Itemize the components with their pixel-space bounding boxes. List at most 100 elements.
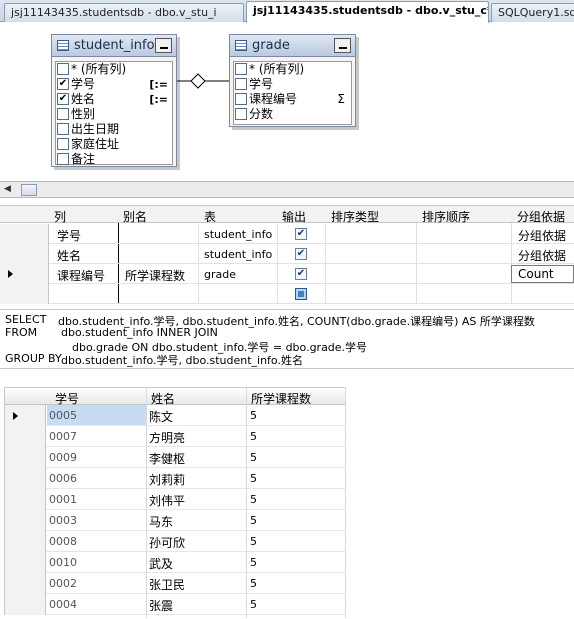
cell-name[interactable]: 陈文 (149, 408, 173, 425)
results-pane[interactable]: 学号 姓名 所学课程数 0005 陈文 5 0007 方明亮 5 0009 李健… (0, 368, 574, 619)
row-selector[interactable] (0, 264, 49, 284)
cell-student-id[interactable]: 0005 (49, 409, 77, 422)
tab-v-stu-i[interactable]: jsj11143435.studentsdb - dbo.v_stu_i (4, 3, 244, 22)
row-selector[interactable] (4, 573, 46, 594)
checkbox[interactable] (57, 138, 69, 150)
cell-group-by[interactable]: 分组依据 (518, 227, 566, 244)
cell-course-count[interactable]: 5 (250, 409, 257, 422)
cell-column[interactable]: 学号 (57, 227, 81, 244)
row-selector[interactable] (4, 489, 46, 510)
criteria-row[interactable]: 学号 student_info ✔ 分组依据 (0, 224, 574, 244)
table-row[interactable]: 0003 马东 5 (4, 510, 346, 531)
cell-group-by[interactable]: 分组依据 (518, 247, 566, 264)
cell-student-id[interactable]: 0003 (49, 514, 77, 527)
row-selector[interactable] (4, 426, 46, 447)
checkbox[interactable] (235, 63, 247, 75)
cell-student-id[interactable]: 0010 (49, 556, 77, 569)
cell-course-count[interactable]: 5 (250, 493, 257, 506)
table-row[interactable]: 0001 刘伟平 5 (4, 489, 346, 510)
table-row[interactable]: 0002 张卫民 5 (4, 573, 346, 594)
table-student-info[interactable]: student_info * (所有列) ✔ 学号 [:= ✔ 姓名 [:= 性别 出生… (51, 34, 177, 167)
row-selector[interactable] (0, 284, 49, 304)
row-selector[interactable] (4, 510, 46, 531)
scrollbar-thumb[interactable] (21, 184, 37, 196)
output-checkbox-checked[interactable]: ✔ (295, 268, 307, 280)
cell-course-count[interactable]: 5 (250, 514, 257, 527)
cell-name[interactable]: 张震 (149, 597, 173, 614)
cell-alias[interactable]: 所学课程数 (125, 267, 185, 284)
cell-student-id[interactable]: 0009 (49, 451, 77, 464)
cell-name[interactable]: 刘莉莉 (149, 471, 185, 488)
checkbox[interactable] (57, 63, 69, 75)
diagram-pane[interactable]: student_info * (所有列) ✔ 学号 [:= ✔ 姓名 [:= 性别 出生… (0, 23, 574, 181)
tab-v-stu-c[interactable]: jsj11143435.studentsdb - dbo.v_stu_c* × (246, 1, 489, 23)
minimize-button[interactable] (334, 38, 351, 53)
diagram-horizontal-scrollbar[interactable]: ◀ (0, 181, 574, 198)
cell-student-id[interactable]: 0008 (49, 535, 77, 548)
table-row[interactable]: 0008 孙可欣 5 (4, 531, 346, 552)
results-grid[interactable]: 学号 姓名 所学课程数 0005 陈文 5 0007 方明亮 5 0009 李健… (4, 387, 346, 618)
row-selector[interactable] (0, 244, 49, 264)
cell-course-count[interactable]: 5 (250, 556, 257, 569)
cell-table[interactable]: student_info (204, 248, 272, 261)
cell-course-count[interactable]: 5 (250, 430, 257, 443)
table-row[interactable]: 0005 陈文 5 (4, 405, 346, 426)
table-row[interactable]: 0010 武及 5 (4, 552, 346, 573)
table-row[interactable]: 0006 刘莉莉 5 (4, 468, 346, 489)
column-row[interactable]: 备注 (56, 152, 172, 167)
column-row[interactable]: 出生日期 (56, 122, 172, 137)
row-selector[interactable] (4, 552, 46, 573)
cell-name[interactable]: 孙可欣 (149, 534, 185, 551)
column-row[interactable]: ✔ 姓名 [:= (56, 92, 172, 107)
cell-table[interactable]: student_info (204, 228, 272, 241)
cell-course-count[interactable]: 5 (250, 472, 257, 485)
criteria-row[interactable]: 姓名 student_info ✔ 分组依据 (0, 244, 574, 264)
table-title-bar[interactable]: student_info (52, 35, 176, 57)
column-row[interactable]: ✔ 学号 [:= (56, 77, 172, 92)
cell-student-id[interactable]: 0007 (49, 430, 77, 443)
cell-name[interactable]: 方明亮 (149, 429, 185, 446)
column-row[interactable]: * (所有列) (234, 62, 351, 77)
row-selector[interactable] (4, 447, 46, 468)
column-row[interactable]: 课程编号 Σ (234, 92, 351, 107)
criteria-row-new[interactable] (0, 284, 574, 304)
scroll-left-icon[interactable]: ◀ (4, 184, 11, 194)
checkbox[interactable] (235, 93, 247, 105)
table-grade[interactable]: grade * (所有列) 学号 课程编号 Σ 分数 (229, 34, 356, 127)
criteria-grid[interactable]: 列 别名 表 输出 排序类型 排序顺序 分组依据 学号 student_info… (0, 205, 574, 308)
table-title-bar[interactable]: grade (230, 35, 355, 57)
cell-column[interactable]: 姓名 (57, 247, 81, 264)
cell-name[interactable]: 刘伟平 (149, 492, 185, 509)
cell-name[interactable]: 李健枢 (149, 450, 185, 467)
checkbox-checked[interactable]: ✔ (57, 78, 69, 90)
cell-course-count[interactable]: 5 (250, 598, 257, 611)
cell-name[interactable]: 马东 (149, 513, 173, 530)
checkbox[interactable] (235, 108, 247, 120)
row-selector[interactable] (0, 224, 49, 244)
checkbox[interactable] (57, 108, 69, 120)
minimize-button[interactable] (155, 38, 172, 53)
output-checkbox-checked[interactable]: ✔ (295, 228, 307, 240)
cell-name[interactable]: 张卫民 (149, 576, 185, 593)
checkbox[interactable] (57, 123, 69, 135)
table-row[interactable]: 0009 李健枢 5 (4, 447, 346, 468)
column-row[interactable]: 家庭住址 (56, 137, 172, 152)
sql-pane[interactable]: SELECT dbo.student_info.学号, dbo.student_… (0, 309, 574, 367)
row-selector[interactable] (4, 405, 46, 426)
table-row[interactable]: 0004 张震 5 (4, 594, 346, 615)
column-row[interactable]: 性别 (56, 107, 172, 122)
cell-course-count[interactable]: 5 (250, 451, 257, 464)
row-selector[interactable] (4, 531, 46, 552)
group-by-dropdown[interactable]: Count (511, 265, 574, 283)
cell-course-count[interactable]: 5 (250, 535, 257, 548)
row-selector[interactable] (4, 594, 46, 615)
row-selector[interactable] (4, 468, 46, 489)
cell-student-id[interactable]: 0002 (49, 577, 77, 590)
column-row[interactable]: 学号 (234, 77, 351, 92)
column-row[interactable]: 分数 (234, 107, 351, 122)
output-checkbox-empty[interactable] (295, 288, 307, 300)
cell-course-count[interactable]: 5 (250, 577, 257, 590)
cell-column[interactable]: 课程编号 (57, 267, 105, 284)
criteria-row-current[interactable]: 课程编号 所学课程数 grade ✔ Count (0, 264, 574, 284)
cell-table[interactable]: grade (204, 268, 236, 281)
